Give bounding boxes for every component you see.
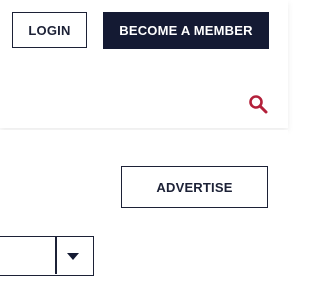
dropdown-select[interactable] xyxy=(0,236,94,276)
page: LOGIN BECOME A MEMBER ADVERTISE xyxy=(0,0,288,288)
search-icon xyxy=(249,95,268,114)
become-a-member-button[interactable]: BECOME A MEMBER xyxy=(103,12,269,49)
caret-down-icon xyxy=(67,253,79,260)
site-header: LOGIN BECOME A MEMBER xyxy=(0,0,288,128)
login-button[interactable]: LOGIN xyxy=(12,12,87,48)
search-button[interactable] xyxy=(248,94,270,116)
select-divider xyxy=(55,237,57,274)
advertise-button[interactable]: ADVERTISE xyxy=(121,166,268,208)
